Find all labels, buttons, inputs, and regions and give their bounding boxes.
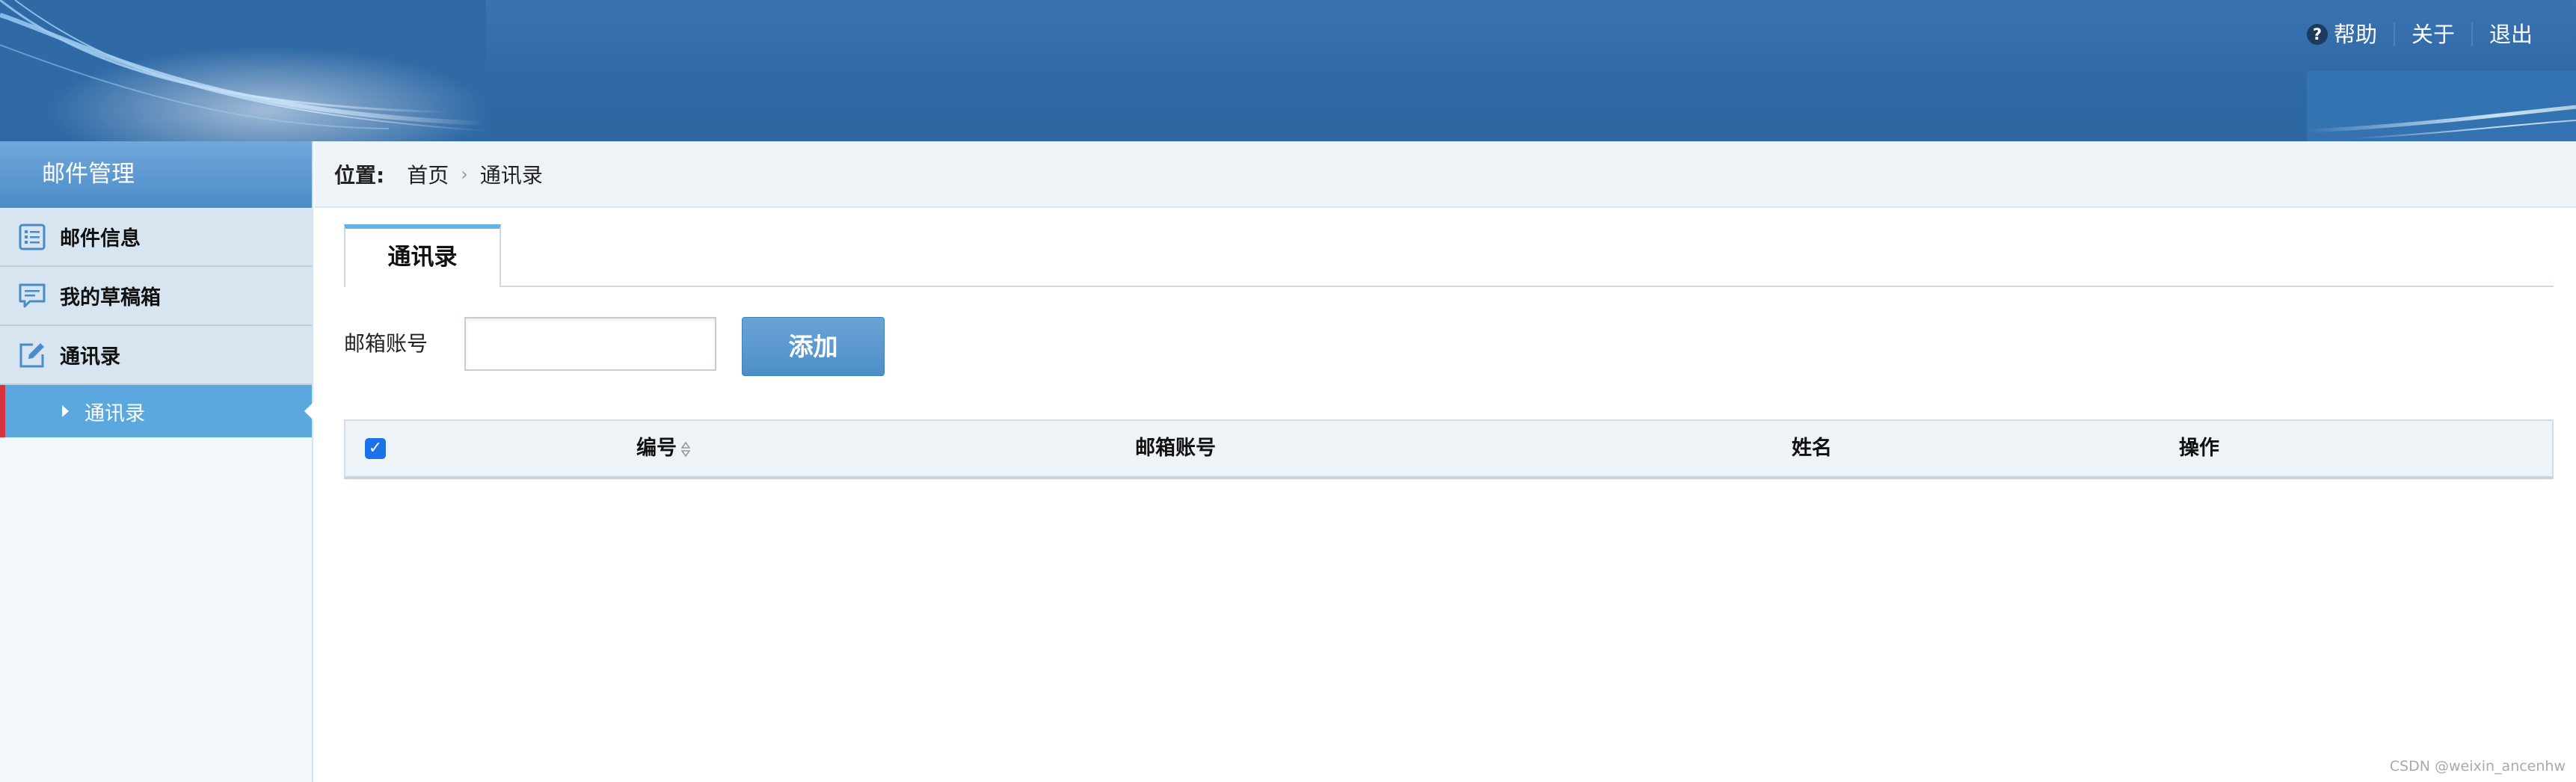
banner-light-decoration	[0, 0, 486, 141]
watermark: CSDN @weixin_ancenhw	[2389, 758, 2566, 775]
edit-icon	[19, 342, 44, 367]
breadcrumb: 位置: 首页 › 通讯录	[315, 141, 2576, 208]
breadcrumb-current: 通讯录	[479, 162, 543, 188]
help-link[interactable]: ? 帮助	[2290, 18, 2394, 51]
select-all-checkbox[interactable]: ✓	[365, 438, 386, 459]
column-header-id[interactable]: 编号	[636, 421, 690, 476]
comment-icon	[19, 283, 46, 307]
sidebar: 邮件管理 邮件信息 我的草稿箱 通讯录 通讯录	[0, 141, 313, 782]
help-label: 帮助	[2333, 22, 2377, 47]
tab-bar: 通讯录	[344, 224, 2554, 287]
question-icon: ?	[2306, 24, 2328, 45]
sidebar-subitem-label: 通讯录	[84, 401, 145, 425]
chevron-right-icon: ›	[461, 163, 468, 185]
column-header-name: 姓名	[1792, 437, 1832, 460]
sidebar-item-drafts[interactable]: 我的草稿箱	[0, 267, 312, 326]
column-header-email: 邮箱账号	[1135, 437, 1216, 460]
add-button[interactable]: 添加	[742, 317, 885, 376]
sidebar-item-contacts[interactable]: 通讯录	[0, 326, 312, 385]
sort-icon	[681, 441, 690, 457]
email-account-input[interactable]	[464, 317, 716, 371]
sidebar-item-label: 我的草稿箱	[60, 286, 161, 310]
list-icon	[19, 224, 46, 250]
top-links: ? 帮助 关于 退出	[2290, 18, 2549, 51]
banner-light-decoration-right	[2307, 71, 2576, 141]
email-account-label: 邮箱账号	[344, 331, 428, 356]
sidebar-subitem-contacts[interactable]: 通讯录	[0, 385, 313, 437]
about-link[interactable]: 关于	[2395, 18, 2471, 51]
sidebar-item-label: 邮件信息	[60, 227, 141, 250]
logout-link[interactable]: 退出	[2473, 18, 2549, 51]
column-header-label: 编号	[636, 437, 677, 460]
active-pointer	[304, 402, 313, 420]
column-header-actions: 操作	[2179, 437, 2219, 460]
sidebar-title: 邮件管理	[0, 141, 312, 208]
caret-right-icon	[62, 405, 69, 417]
breadcrumb-label: 位置:	[334, 162, 385, 188]
sidebar-item-mail-info[interactable]: 邮件信息	[0, 208, 312, 267]
sidebar-item-label: 通讯录	[60, 345, 120, 369]
tab-contacts[interactable]: 通讯录	[344, 224, 501, 287]
table-header: ✓ 编号 邮箱账号 姓名 操作	[344, 419, 2554, 479]
breadcrumb-home[interactable]: 首页	[407, 159, 449, 189]
top-banner: ? 帮助 关于 退出	[0, 0, 2576, 141]
